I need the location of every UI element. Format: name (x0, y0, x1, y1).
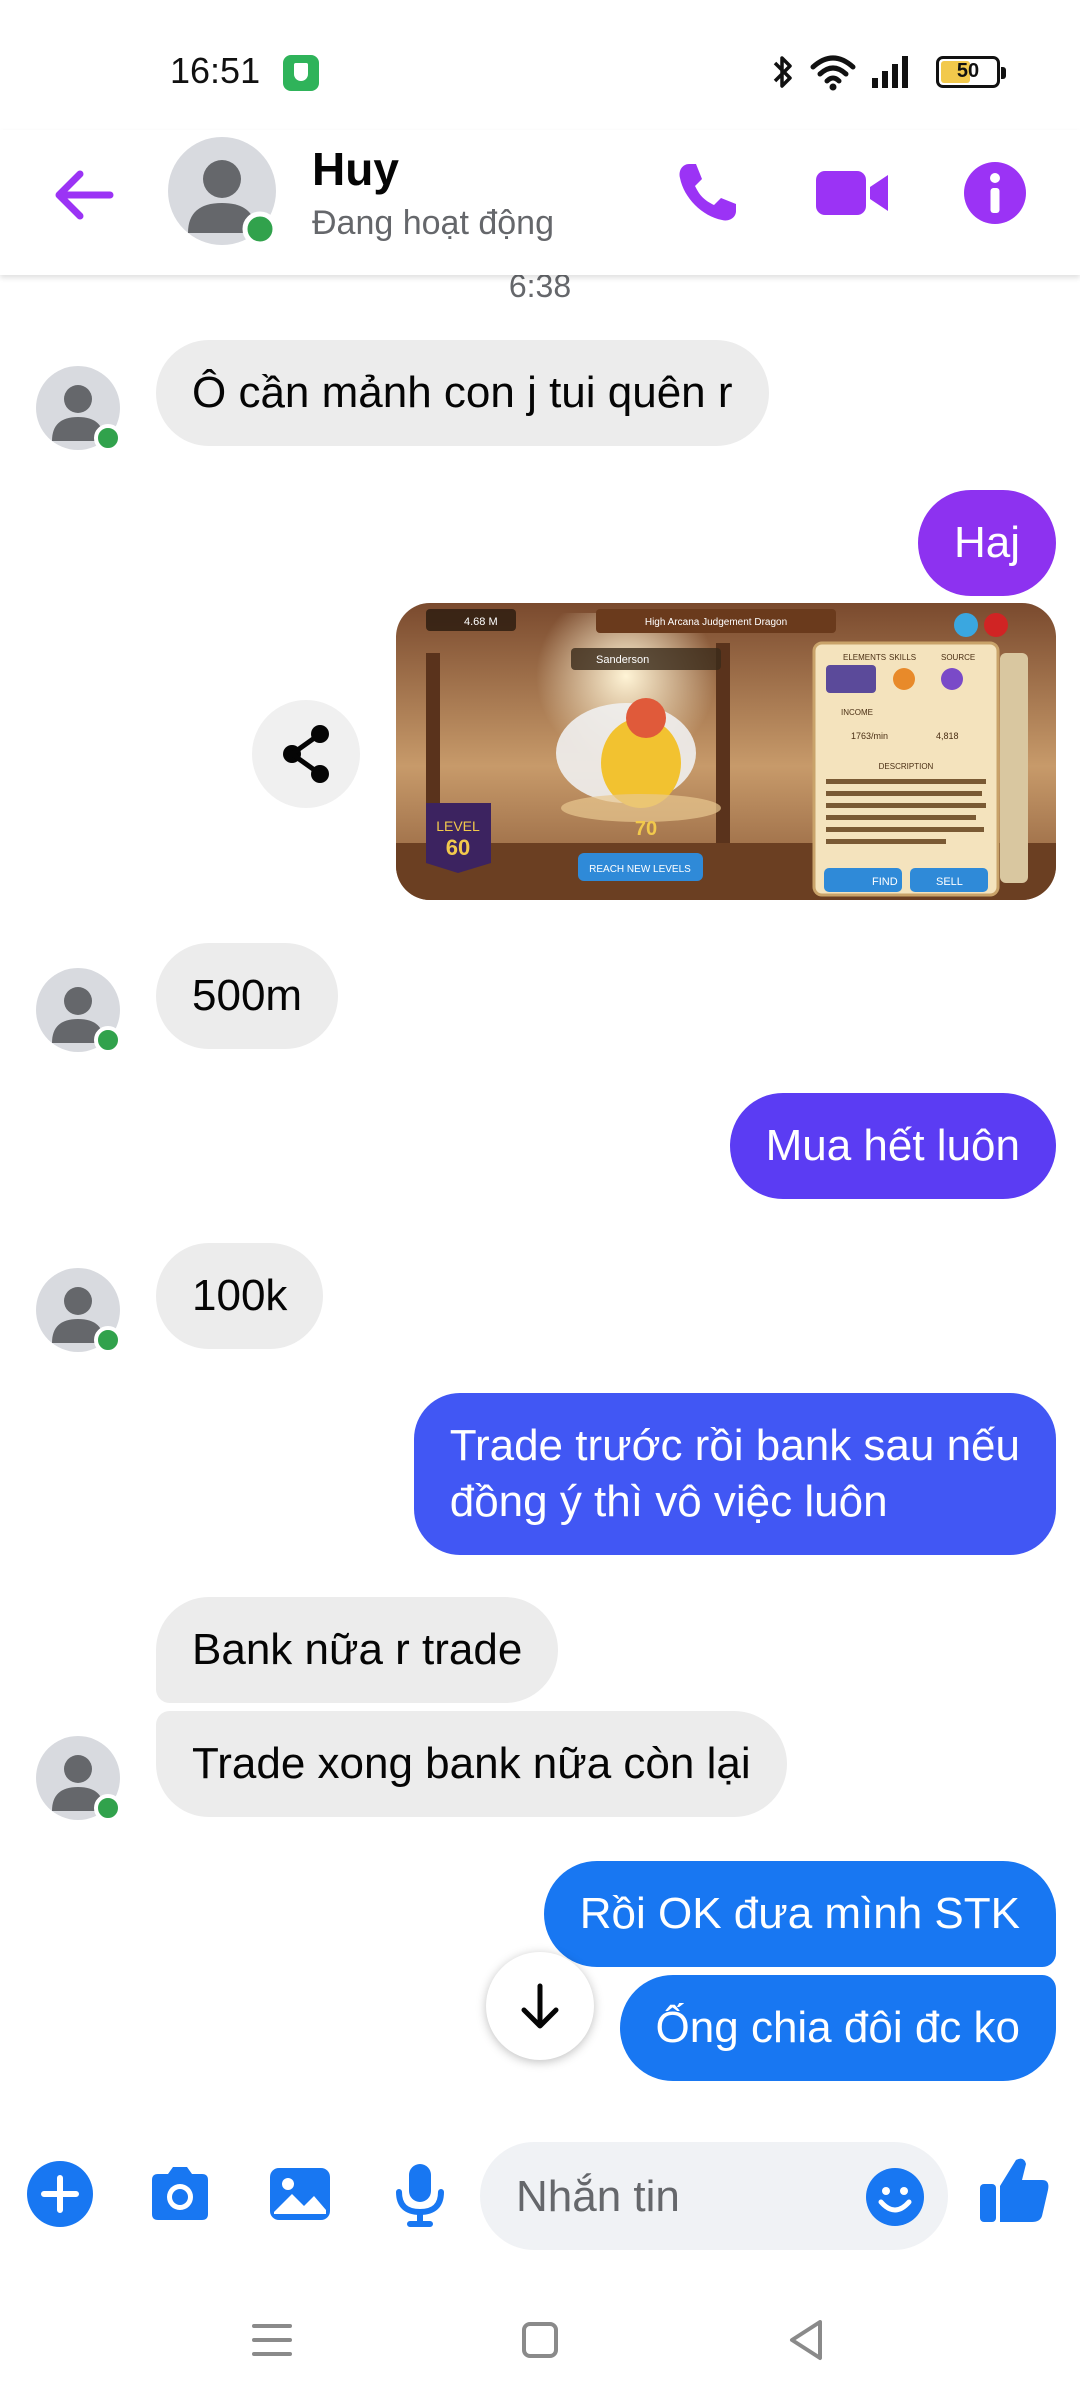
message-incoming[interactable]: Bank nữa r trade (156, 1597, 559, 1703)
camera-icon[interactable] (144, 2158, 216, 2230)
game-stars-count: 70 (635, 818, 657, 840)
battery-level: 50 (956, 60, 980, 82)
game-name-field: Sanderson (596, 654, 649, 666)
game-tab-source: SOURCE (941, 653, 975, 662)
game-reach-button: REACH NEW LEVELS (589, 864, 691, 875)
message-outgoing[interactable]: Rồi OK đưa mình STK (543, 1861, 1056, 1967)
info-icon[interactable] (960, 158, 1030, 228)
image-message[interactable]: 4.68 M High Arcana Judgement Dragon Sand… (396, 603, 1056, 900)
message-incoming[interactable]: Trade xong bank nữa còn lại (156, 1711, 787, 1817)
message-incoming[interactable]: 500m (156, 943, 339, 1049)
contact-avatar[interactable] (168, 137, 276, 245)
plus-icon[interactable] (24, 2158, 96, 2230)
recent-apps-icon[interactable] (242, 2310, 302, 2370)
game-level-value: 60 (446, 835, 470, 860)
game-income-value: 1763/min (851, 731, 888, 741)
chat-header: Huy Đang hoạt động (0, 130, 1080, 275)
emoji-icon[interactable] (864, 2166, 926, 2228)
message-input[interactable]: Nhắn tin (480, 2142, 948, 2250)
share-icon (283, 725, 329, 783)
back-arrow-icon[interactable] (48, 160, 118, 230)
game-screenshot: 4.68 M High Arcana Judgement Dragon Sand… (396, 603, 1056, 900)
game-gold: 4.68 M (464, 616, 498, 628)
game-description-label: DESCRIPTION (879, 762, 934, 771)
game-tab-elements: ELEMENTS (843, 653, 886, 662)
signal-icon (872, 56, 908, 88)
wifi-icon (810, 55, 856, 91)
scroll-to-bottom-button[interactable] (486, 1952, 594, 2060)
microphone-icon[interactable] (384, 2158, 456, 2230)
share-button[interactable] (252, 700, 360, 808)
gallery-icon[interactable] (264, 2158, 336, 2230)
message-incoming[interactable]: 100k (156, 1243, 324, 1349)
video-camera-icon[interactable] (812, 158, 892, 228)
sender-avatar[interactable] (36, 968, 120, 1052)
system-nav-bar (0, 2280, 1080, 2400)
message-outgoing[interactable]: Mua hết luôn (729, 1093, 1056, 1199)
battery-icon: 50 (936, 56, 1006, 88)
shield-icon (283, 55, 319, 91)
bluetooth-icon (773, 56, 792, 88)
message-outgoing[interactable]: Ống chia đôi đc ko (619, 1975, 1056, 2081)
status-bar: 16:51 50 (0, 0, 1080, 130)
home-icon[interactable] (510, 2310, 570, 2370)
contact-status: Đang hoạt động (312, 204, 554, 242)
message-composer: Nhắn tin (0, 2130, 1080, 2260)
game-find-button: FIND (872, 876, 898, 888)
message-outgoing[interactable]: Haj (917, 490, 1056, 596)
status-icons: 50 (770, 52, 1006, 92)
arrow-down-icon (521, 1983, 559, 2029)
phone-icon[interactable] (672, 158, 742, 228)
message-line: đồng ý thì vô việc luôn (449, 1477, 888, 1526)
message-incoming[interactable]: Ô cần mảnh con j tui quên r (156, 340, 769, 446)
sender-avatar[interactable] (36, 1268, 120, 1352)
sender-avatar[interactable] (36, 1736, 120, 1820)
status-time: 16:51 (170, 50, 261, 91)
game-title: High Arcana Judgement Dragon (645, 617, 787, 628)
back-icon[interactable] (778, 2310, 838, 2370)
game-income-label: INCOME (841, 708, 873, 717)
game-tab-skills: SKILLS (889, 653, 916, 662)
game-sell-value: 4,818 (936, 731, 959, 741)
message-line: Trade trước rồi bank sau nếu (449, 1421, 1020, 1470)
game-sell-button: SELL (936, 876, 963, 888)
game-level-label: LEVEL (436, 818, 480, 834)
sender-avatar[interactable] (36, 366, 120, 450)
contact-name[interactable]: Huy (312, 142, 399, 196)
message-outgoing-multiline[interactable]: Trade trước rồi bank sau nếu đồng ý thì … (413, 1393, 1056, 1555)
thumbs-up-icon[interactable] (974, 2150, 1054, 2230)
message-input-placeholder: Nhắn tin (516, 2172, 680, 2221)
